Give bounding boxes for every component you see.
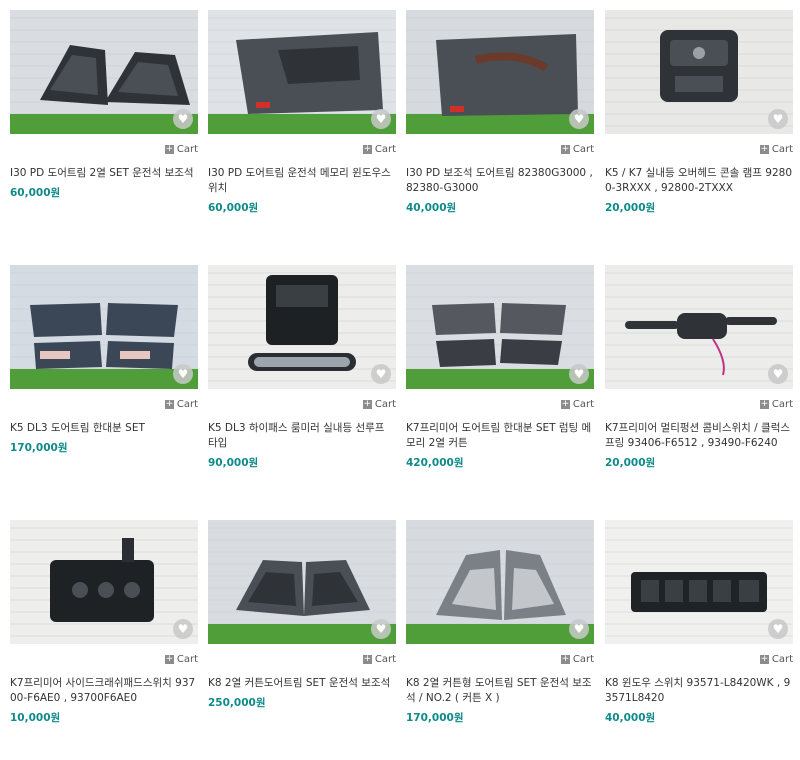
add-to-cart-button[interactable]: + Cart xyxy=(560,142,594,156)
product-image[interactable]: ♥ xyxy=(10,520,198,644)
product-price: 60,000원 xyxy=(208,202,259,214)
heart-icon[interactable]: ♥ xyxy=(173,109,193,129)
product-card[interactable]: ♥ + Cart K7프리미어 멀티펑션 콤비스위치 / 클럭스프링 93406-F6… xyxy=(605,265,793,505)
product-title[interactable]: K7프리미어 도어트림 한대분 SET 럼팅 메모리 2열 커튼 xyxy=(406,421,594,451)
product-price: 20,000원 xyxy=(605,202,656,214)
product-image[interactable]: ♥ xyxy=(605,265,793,389)
product-grid: ♥ + Cart I30 PD 도어트림 2열 SET 운전석 보조석 60,000원 ♥… xyxy=(0,0,800,746)
product-card[interactable]: ♥ + Cart K5 DL3 하이패스 룸미러 실내등 선루프 타입 90,000원 xyxy=(208,265,396,505)
plus-icon: + xyxy=(164,398,174,409)
plus-icon: + xyxy=(362,653,372,664)
add-to-cart-button[interactable]: + Cart xyxy=(164,142,198,156)
heart-icon[interactable]: ♥ xyxy=(768,109,788,129)
product-card[interactable]: ♥ + Cart I30 PD 도어트림 2열 SET 운전석 보조석 60,000원 xyxy=(10,10,198,250)
add-to-cart-button[interactable]: + Cart xyxy=(362,397,396,411)
heart-icon[interactable]: ♥ xyxy=(768,364,788,384)
product-title[interactable]: K7프리미어 사이드크래쉬패드스위치 93700-F6AE0 , 93700F6… xyxy=(10,676,198,706)
plus-icon: + xyxy=(362,398,372,409)
cart-label: Cart xyxy=(176,143,198,155)
cart-label: Cart xyxy=(572,143,594,155)
product-price: 40,000원 xyxy=(406,202,457,214)
product-card[interactable]: ♥ + Cart K5 / K7 실내등 오버헤드 콘솔 램프 92800-3RXXX… xyxy=(605,10,793,250)
plus-icon: + xyxy=(164,653,174,664)
cart-label: Cart xyxy=(176,398,198,410)
cart-label: Cart xyxy=(572,398,594,410)
product-price: 420,000원 xyxy=(406,457,464,469)
product-card[interactable]: ♥ + Cart K7프리미어 사이드크래쉬패드스위치 93700-F6AE0 , 9… xyxy=(10,520,198,760)
add-to-cart-button[interactable]: + Cart xyxy=(759,397,793,411)
add-to-cart-button[interactable]: + Cart xyxy=(560,397,594,411)
product-card[interactable]: ♥ + Cart I30 PD 도어트림 운전석 메모리 윈도우스위치 60,000원 xyxy=(208,10,396,250)
product-image[interactable]: ♥ xyxy=(10,265,198,389)
product-title[interactable]: I30 PD 보조석 도어트림 82380G3000 , 82380-G3000 xyxy=(406,166,594,196)
heart-icon[interactable]: ♥ xyxy=(371,619,391,639)
product-title[interactable]: I30 PD 도어트림 2열 SET 운전석 보조석 xyxy=(10,166,198,181)
plus-icon: + xyxy=(560,398,570,409)
plus-icon: + xyxy=(164,143,174,154)
product-card[interactable]: ♥ + Cart K8 2열 커튼도어트림 SET 운전석 보조석 250,000원 xyxy=(208,520,396,760)
add-to-cart-button[interactable]: + Cart xyxy=(759,652,793,666)
add-to-cart-button[interactable]: + Cart xyxy=(560,652,594,666)
product-image[interactable]: ♥ xyxy=(208,10,396,134)
plus-icon: + xyxy=(759,653,769,664)
cart-label: Cart xyxy=(771,143,793,155)
product-title[interactable]: K5 / K7 실내등 오버헤드 콘솔 램프 92800-3RXXX , 928… xyxy=(605,166,793,196)
heart-icon[interactable]: ♥ xyxy=(371,364,391,384)
product-card[interactable]: ♥ + Cart K8 2열 커튼형 도어트림 SET 운전석 보조석 / NO.2 … xyxy=(406,520,594,760)
product-image[interactable]: ♥ xyxy=(406,265,594,389)
plus-icon: + xyxy=(560,143,570,154)
product-image[interactable]: ♥ xyxy=(208,265,396,389)
cart-label: Cart xyxy=(176,653,198,665)
heart-icon[interactable]: ♥ xyxy=(173,619,193,639)
heart-icon[interactable]: ♥ xyxy=(569,109,589,129)
heart-icon[interactable]: ♥ xyxy=(173,364,193,384)
plus-icon: + xyxy=(560,653,570,664)
product-title[interactable]: K8 2열 커튼도어트림 SET 운전석 보조석 xyxy=(208,676,396,691)
product-card[interactable]: ♥ + Cart I30 PD 보조석 도어트림 82380G3000 , 82380… xyxy=(406,10,594,250)
product-image[interactable]: ♥ xyxy=(10,10,198,134)
add-to-cart-button[interactable]: + Cart xyxy=(362,142,396,156)
product-price: 40,000원 xyxy=(605,712,656,724)
product-title[interactable]: K7프리미어 멀티펑션 콤비스위치 / 클럭스프링 93406-F6512 , … xyxy=(605,421,793,451)
heart-icon[interactable]: ♥ xyxy=(371,109,391,129)
cart-label: Cart xyxy=(572,653,594,665)
heart-icon[interactable]: ♥ xyxy=(569,619,589,639)
product-price: 60,000원 xyxy=(10,187,61,199)
product-price: 20,000원 xyxy=(605,457,656,469)
heart-icon[interactable]: ♥ xyxy=(768,619,788,639)
heart-icon[interactable]: ♥ xyxy=(569,364,589,384)
add-to-cart-button[interactable]: + Cart xyxy=(362,652,396,666)
add-to-cart-button[interactable]: + Cart xyxy=(759,142,793,156)
add-to-cart-button[interactable]: + Cart xyxy=(164,397,198,411)
plus-icon: + xyxy=(759,143,769,154)
product-price: 170,000원 xyxy=(10,442,68,454)
product-price: 90,000원 xyxy=(208,457,259,469)
cart-label: Cart xyxy=(771,653,793,665)
product-image[interactable]: ♥ xyxy=(406,520,594,644)
add-to-cart-button[interactable]: + Cart xyxy=(164,652,198,666)
product-image[interactable]: ♥ xyxy=(208,520,396,644)
product-image[interactable]: ♥ xyxy=(605,520,793,644)
product-title[interactable]: K5 DL3 도어트림 한대분 SET xyxy=(10,421,198,436)
product-title[interactable]: K5 DL3 하이패스 룸미러 실내등 선루프 타입 xyxy=(208,421,396,451)
product-card[interactable]: ♥ + Cart K8 윈도우 스위치 93571-L8420WK , 93571L8… xyxy=(605,520,793,760)
product-price: 170,000원 xyxy=(406,712,464,724)
product-title[interactable]: K8 윈도우 스위치 93571-L8420WK , 93571L8420 xyxy=(605,676,793,706)
product-price: 10,000원 xyxy=(10,712,61,724)
product-card[interactable]: ♥ + Cart K5 DL3 도어트림 한대분 SET 170,000원 xyxy=(10,265,198,505)
product-title[interactable]: K8 2열 커튼형 도어트림 SET 운전석 보조석 / NO.2 ( 커튼 X… xyxy=(406,676,594,706)
cart-label: Cart xyxy=(374,398,396,410)
cart-label: Cart xyxy=(374,653,396,665)
product-card[interactable]: ♥ + Cart K7프리미어 도어트림 한대분 SET 럼팅 메모리 2열 커튼 42… xyxy=(406,265,594,505)
product-image[interactable]: ♥ xyxy=(406,10,594,134)
cart-label: Cart xyxy=(374,143,396,155)
plus-icon: + xyxy=(759,398,769,409)
product-price: 250,000원 xyxy=(208,697,266,709)
product-image[interactable]: ♥ xyxy=(605,10,793,134)
cart-label: Cart xyxy=(771,398,793,410)
product-title[interactable]: I30 PD 도어트림 운전석 메모리 윈도우스위치 xyxy=(208,166,396,196)
plus-icon: + xyxy=(362,143,372,154)
